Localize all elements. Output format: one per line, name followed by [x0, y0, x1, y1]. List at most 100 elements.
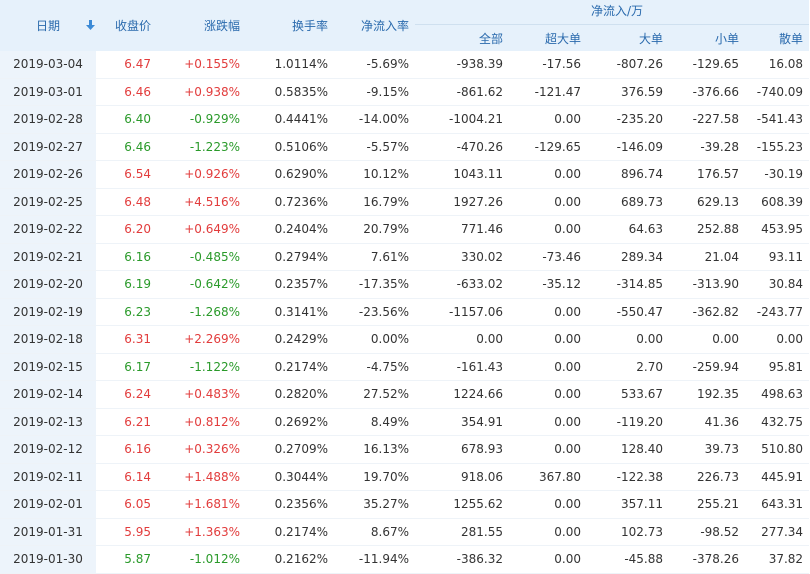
- cell-net-inflow-small: 226.73: [669, 463, 745, 491]
- cell-net-inflow-all: 1255.62: [415, 490, 509, 519]
- cell-net-inflow-small: 176.57: [669, 160, 745, 189]
- cell-turnover: 0.2404%: [246, 215, 334, 244]
- fund-flow-table: 日期 收盘价 涨跌幅 换手率 净流入率 净流入/万 全部 超大单 大单 小单 散…: [0, 0, 810, 574]
- cell-close: 5.95: [96, 518, 157, 546]
- cell-net-inflow-large: -119.20: [587, 408, 669, 436]
- cell-net-inflow-super-large: 0.00: [509, 353, 587, 381]
- col-group-net-inflow-label: 净流入/万: [591, 3, 644, 18]
- cell-net-inflow-super-large: -73.46: [509, 243, 587, 271]
- cell-net-inflow-super-large: -129.65: [509, 133, 587, 161]
- cell-turnover: 0.3141%: [246, 298, 334, 326]
- cell-close: 6.46: [96, 78, 157, 106]
- col-header-close[interactable]: 收盘价: [96, 0, 157, 51]
- table-row: 2019-02-12 6.16 +0.326% 0.2709% 16.13% 678.93…: [0, 435, 810, 464]
- cell-close: 6.47: [96, 51, 157, 79]
- cell-date: 2019-02-22: [0, 215, 96, 244]
- col-header-change[interactable]: 涨跌幅: [157, 0, 246, 51]
- cell-net-inflow-small: -39.28: [669, 133, 745, 161]
- cell-net-inflow-retail: 608.39: [745, 188, 810, 216]
- cell-change: +1.363%: [157, 518, 246, 546]
- col-header-all[interactable]: 全部: [415, 24, 509, 51]
- cell-net-inflow-all: 330.02: [415, 243, 509, 271]
- cell-date: 2019-02-19: [0, 298, 96, 326]
- cell-close: 6.14: [96, 463, 157, 491]
- col-header-net-inflow-rate[interactable]: 净流入率: [334, 0, 415, 51]
- cell-date: 2019-02-26: [0, 160, 96, 189]
- cell-net-inflow-large: 64.63: [587, 215, 669, 244]
- cell-net-inflow-super-large: 0.00: [509, 105, 587, 134]
- cell-net-inflow-large: 896.74: [587, 160, 669, 189]
- cell-net-inflow-rate: -4.75%: [334, 353, 415, 381]
- arrow-down-icon[interactable]: [86, 20, 95, 30]
- col-header-large[interactable]: 大单: [587, 24, 669, 51]
- cell-net-inflow-super-large: 0.00: [509, 160, 587, 189]
- cell-turnover: 0.2794%: [246, 243, 334, 271]
- cell-date: 2019-02-20: [0, 270, 96, 299]
- cell-net-inflow-all: 0.00: [415, 325, 509, 354]
- table-row: 2019-02-15 6.17 -1.122% 0.2174% -4.75% -161.4…: [0, 353, 810, 381]
- cell-net-inflow-super-large: 0.00: [509, 408, 587, 436]
- cell-net-inflow-large: 128.40: [587, 435, 669, 464]
- cell-net-inflow-all: 771.46: [415, 215, 509, 244]
- col-header-turnover[interactable]: 换手率: [246, 0, 334, 51]
- cell-net-inflow-all: 918.06: [415, 463, 509, 491]
- cell-change: +1.488%: [157, 463, 246, 491]
- cell-net-inflow-small: -259.94: [669, 353, 745, 381]
- cell-net-inflow-super-large: 367.80: [509, 463, 587, 491]
- col-header-date[interactable]: 日期: [0, 0, 96, 51]
- cell-change: -0.485%: [157, 243, 246, 271]
- cell-turnover: 0.5106%: [246, 133, 334, 161]
- cell-net-inflow-all: 281.55: [415, 518, 509, 546]
- table-row: 2019-02-21 6.16 -0.485% 0.2794% 7.61% 330.02-…: [0, 243, 810, 271]
- col-group-net-inflow: 净流入/万: [415, 0, 810, 25]
- cell-date: 2019-02-01: [0, 490, 96, 519]
- col-header-retail[interactable]: 散单: [745, 24, 810, 51]
- table-row: 2019-03-01 6.46 +0.938% 0.5835% -9.15% -861.6…: [0, 78, 810, 106]
- cell-net-inflow-small: 0.00: [669, 325, 745, 354]
- cell-net-inflow-retail: -740.09: [745, 78, 810, 106]
- cell-change: -0.929%: [157, 105, 246, 134]
- cell-net-inflow-large: 689.73: [587, 188, 669, 216]
- cell-net-inflow-rate: -14.00%: [334, 105, 415, 134]
- cell-net-inflow-small: 255.21: [669, 490, 745, 519]
- table-row: 2019-02-25 6.48 +4.516% 0.7236% 16.79% 1927.2…: [0, 188, 810, 216]
- table-row: 2019-02-27 6.46 -1.223% 0.5106% -5.57% -470.2…: [0, 133, 810, 161]
- cell-net-inflow-small: 629.13: [669, 188, 745, 216]
- cell-net-inflow-rate: -5.69%: [334, 51, 415, 79]
- cell-net-inflow-all: -938.39: [415, 51, 509, 79]
- cell-net-inflow-large: 2.70: [587, 353, 669, 381]
- col-header-date-label: 日期: [35, 19, 60, 33]
- cell-net-inflow-all: 678.93: [415, 435, 509, 464]
- table-body: 2019-03-04 6.47 +0.155% 1.0114% -5.69% -938.3…: [0, 51, 810, 574]
- cell-close: 6.21: [96, 408, 157, 436]
- cell-net-inflow-retail: 498.63: [745, 380, 810, 409]
- cell-net-inflow-large: 357.11: [587, 490, 669, 519]
- cell-net-inflow-rate: 20.79%: [334, 215, 415, 244]
- col-header-super-large[interactable]: 超大单: [509, 24, 587, 51]
- cell-turnover: 0.7236%: [246, 188, 334, 216]
- cell-turnover: 0.2429%: [246, 325, 334, 354]
- cell-close: 6.48: [96, 188, 157, 216]
- cell-turnover: 0.5835%: [246, 78, 334, 106]
- cell-net-inflow-super-large: -17.56: [509, 51, 587, 79]
- cell-date: 2019-02-15: [0, 353, 96, 381]
- cell-turnover: 0.2356%: [246, 490, 334, 519]
- cell-date: 2019-02-18: [0, 325, 96, 354]
- cell-net-inflow-small: 192.35: [669, 380, 745, 409]
- col-header-small[interactable]: 小单: [669, 24, 745, 51]
- cell-turnover: 0.3044%: [246, 463, 334, 491]
- cell-date: 2019-03-04: [0, 51, 96, 79]
- cell-change: +0.155%: [157, 51, 246, 79]
- cell-net-inflow-rate: 8.49%: [334, 408, 415, 436]
- cell-net-inflow-all: -470.26: [415, 133, 509, 161]
- cell-net-inflow-all: 354.91: [415, 408, 509, 436]
- table-row: 2019-02-01 6.05 +1.681% 0.2356% 35.27% 1255.6…: [0, 490, 810, 519]
- cell-change: +0.938%: [157, 78, 246, 106]
- cell-close: 6.05: [96, 490, 157, 519]
- cell-net-inflow-all: -1004.21: [415, 105, 509, 134]
- cell-turnover: 0.2709%: [246, 435, 334, 464]
- cell-close: 6.16: [96, 243, 157, 271]
- header-row-top: 日期 收盘价 涨跌幅 换手率 净流入率 净流入/万: [0, 0, 810, 51]
- cell-net-inflow-super-large: 0.00: [509, 215, 587, 244]
- cell-net-inflow-all: -633.02: [415, 270, 509, 299]
